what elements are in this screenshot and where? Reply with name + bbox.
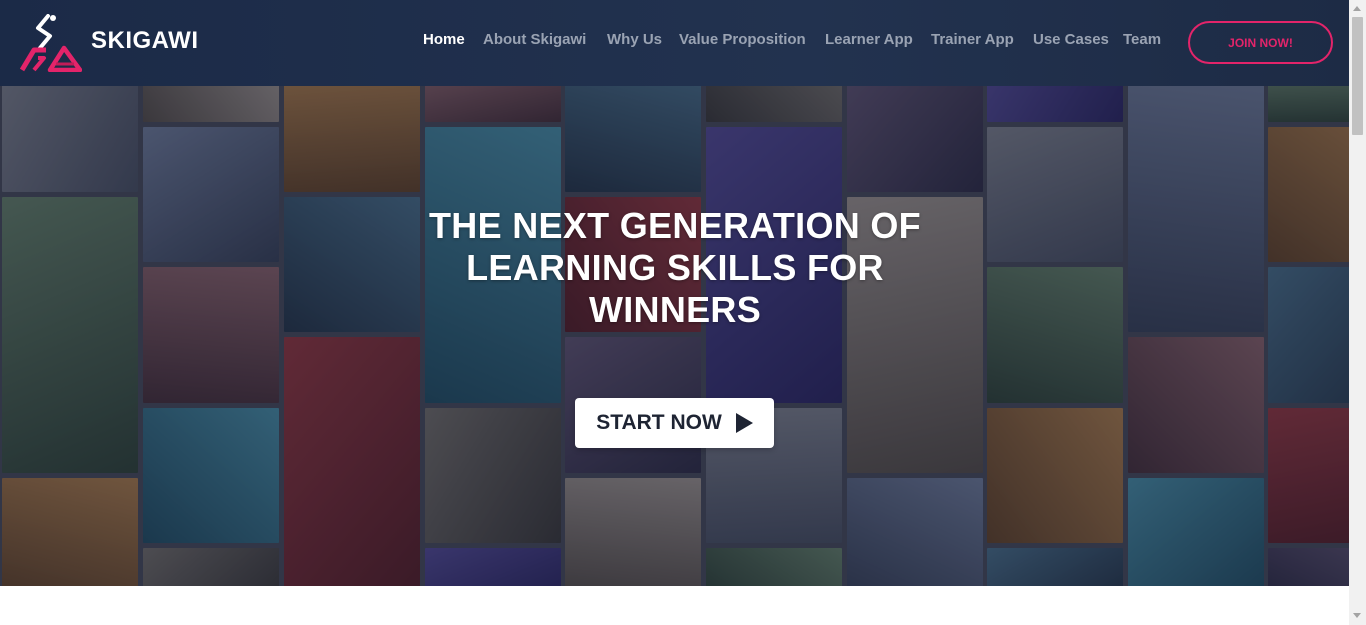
- nav-item-home[interactable]: Home: [423, 31, 465, 48]
- start-now-button[interactable]: START NOW: [575, 398, 774, 448]
- site-header: SKIGAWI Home About Skigawi Why Us Value …: [0, 0, 1349, 86]
- nav-item-learner-app[interactable]: Learner App: [825, 31, 913, 48]
- nav-item-value-proposition[interactable]: Value Proposition: [679, 31, 806, 48]
- scroll-down-arrow-icon[interactable]: [1353, 613, 1361, 618]
- nav-item-trainer-app[interactable]: Trainer App: [931, 31, 1014, 48]
- skigawi-logo-icon[interactable]: [20, 14, 82, 72]
- hero-section: THE NEXT GENERATION OF LEARNING SKILLS F…: [0, 86, 1349, 586]
- hero-overlay: [0, 86, 1349, 586]
- scrollbar-thumb[interactable]: [1352, 17, 1363, 135]
- nav-item-team[interactable]: Team: [1123, 31, 1161, 48]
- scroll-up-arrow-icon[interactable]: [1353, 6, 1361, 11]
- play-icon: [735, 413, 753, 433]
- nav-item-about-skigawi[interactable]: About Skigawi: [483, 31, 586, 48]
- start-now-label: START NOW: [596, 411, 722, 434]
- hero-title: THE NEXT GENERATION OF LEARNING SKILLS F…: [429, 205, 921, 330]
- brand-name[interactable]: SKIGAWI: [91, 27, 199, 55]
- nav-item-use-cases[interactable]: Use Cases: [1033, 31, 1109, 48]
- page-scrollbar[interactable]: [1349, 0, 1366, 625]
- join-now-button[interactable]: JOIN NOW!: [1188, 21, 1333, 64]
- nav-item-why-us[interactable]: Why Us: [607, 31, 662, 48]
